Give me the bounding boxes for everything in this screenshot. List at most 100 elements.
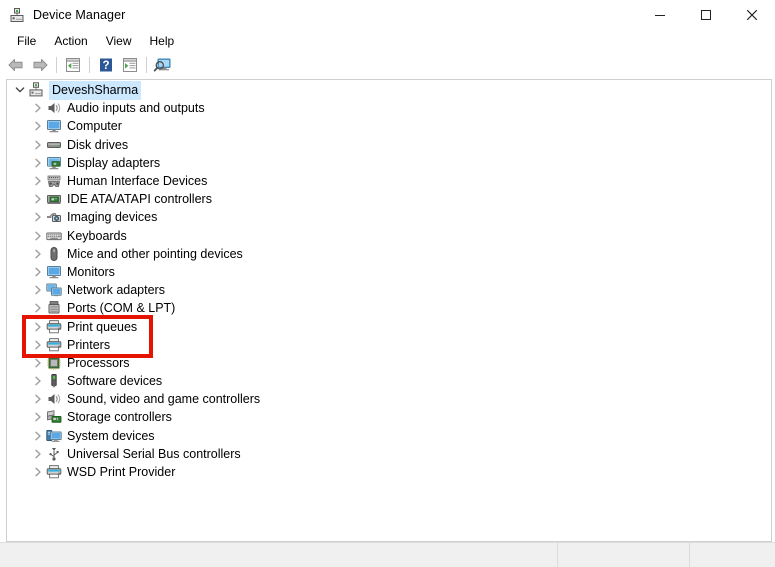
tree-item-label: Ports (COM & LPT) <box>67 301 176 316</box>
chevron-right-icon[interactable] <box>30 190 46 208</box>
show-hide-console-tree-icon[interactable] <box>61 54 85 76</box>
tree-item-label: Disk drives <box>67 137 129 152</box>
chevron-right-icon[interactable] <box>30 372 46 390</box>
tree-item-label: Storage controllers <box>67 410 172 425</box>
tree-item-label: Imaging devices <box>67 210 158 225</box>
chevron-right-icon[interactable] <box>30 245 46 263</box>
tree-item-imaging-devices[interactable]: Imaging devices <box>7 208 771 226</box>
usb-icon <box>46 446 62 462</box>
tree-item-keyboards[interactable]: Keyboards <box>7 227 771 245</box>
tree-item-label: Audio inputs and outputs <box>67 101 205 116</box>
monitor-icon <box>46 118 62 134</box>
tree-item-label: WSD Print Provider <box>67 465 176 480</box>
tree-item-human-interface-devices[interactable]: Human Interface Devices <box>7 172 771 190</box>
tree-item-mice-and-other-pointing-devices[interactable]: Mice and other pointing devices <box>7 245 771 263</box>
tree-item-label: Printers <box>67 337 111 352</box>
tree-item-audio-inputs-and-outputs[interactable]: Audio inputs and outputs <box>7 99 771 117</box>
system-device-icon <box>46 428 62 444</box>
menu-action[interactable]: Action <box>45 32 96 51</box>
chevron-right-icon[interactable] <box>30 263 46 281</box>
device-tree: DeveshSharma Audio inputs and outputs Comp… <box>7 80 771 481</box>
tree-item-ports-com-and-lpt[interactable]: Ports (COM & LPT) <box>7 299 771 317</box>
tree-item-wsd-print-provider[interactable]: WSD Print Provider <box>7 463 771 481</box>
tree-item-label: Universal Serial Bus controllers <box>67 446 241 461</box>
tree-item-computer[interactable]: Computer <box>7 117 771 135</box>
chevron-right-icon[interactable] <box>30 445 46 463</box>
menu-view[interactable]: View <box>97 32 141 51</box>
device-manager-window: Device Manager File Action View Help ? D… <box>0 0 775 567</box>
toolbar-separator <box>146 57 147 73</box>
ide-controller-icon <box>46 191 62 207</box>
tree-item-label: Keyboards <box>67 228 127 243</box>
tree-item-storage-controllers[interactable]: Storage controllers <box>7 408 771 426</box>
tree-item-software-devices[interactable]: Software devices <box>7 372 771 390</box>
chevron-right-icon[interactable] <box>30 117 46 135</box>
chevron-right-icon[interactable] <box>30 427 46 445</box>
chevron-right-icon[interactable] <box>30 208 46 226</box>
tree-item-network-adapters[interactable]: Network adapters <box>7 281 771 299</box>
status-pane-2 <box>558 543 690 567</box>
tree-item-disk-drives[interactable]: Disk drives <box>7 136 771 154</box>
menu-bar: File Action View Help <box>0 30 775 52</box>
tree-item-monitors[interactable]: Monitors <box>7 263 771 281</box>
chevron-right-icon[interactable] <box>30 390 46 408</box>
tree-item-root[interactable]: DeveshSharma <box>7 80 771 100</box>
status-pane-1 <box>0 543 558 567</box>
status-bar <box>0 542 775 567</box>
toolbar-separator <box>56 57 57 73</box>
device-tree-panel[interactable]: DeveshSharma Audio inputs and outputs Comp… <box>6 79 772 542</box>
chevron-right-icon[interactable] <box>30 99 46 117</box>
tree-item-sound-video-and-game-controllers[interactable]: Sound, video and game controllers <box>7 390 771 408</box>
chevron-right-icon[interactable] <box>30 136 46 154</box>
maximize-button[interactable] <box>683 0 729 30</box>
network-adapter-icon <box>46 282 62 298</box>
chevron-right-icon[interactable] <box>30 336 46 354</box>
chevron-down-icon[interactable] <box>12 81 28 99</box>
status-pane-3 <box>690 543 775 567</box>
chevron-right-icon[interactable] <box>30 463 46 481</box>
speaker-icon <box>46 391 62 407</box>
tree-item-system-devices[interactable]: System devices <box>7 427 771 445</box>
tree-item-label: Human Interface Devices <box>67 174 208 189</box>
device-manager-icon <box>9 7 25 23</box>
content-area: DeveshSharma Audio inputs and outputs Comp… <box>0 79 775 542</box>
tree-item-universal-serial-bus-controllers[interactable]: Universal Serial Bus controllers <box>7 445 771 463</box>
gamepad-icon <box>46 173 62 189</box>
chevron-right-icon[interactable] <box>30 299 46 317</box>
chevron-right-icon[interactable] <box>30 154 46 172</box>
properties-icon[interactable] <box>118 54 142 76</box>
toolbar: ? <box>0 52 775 79</box>
tree-item-label: DeveshSharma <box>49 80 142 100</box>
tree-item-printers[interactable]: Printers <box>7 336 771 354</box>
chevron-right-icon[interactable] <box>30 354 46 372</box>
tree-item-label: Software devices <box>67 374 163 389</box>
printer-icon <box>46 337 62 353</box>
tree-item-print-queues[interactable]: Print queues <box>7 317 771 335</box>
chevron-right-icon[interactable] <box>30 281 46 299</box>
software-device-icon <box>46 373 62 389</box>
chevron-right-icon[interactable] <box>30 172 46 190</box>
scan-for-hardware-changes-icon[interactable] <box>151 54 175 76</box>
processor-icon <box>46 355 62 371</box>
chevron-right-icon[interactable] <box>30 227 46 245</box>
menu-help[interactable]: Help <box>141 32 184 51</box>
back-arrow-icon[interactable] <box>4 54 28 76</box>
minimize-button[interactable] <box>637 0 683 30</box>
computer-root-icon <box>28 82 44 98</box>
tree-item-display-adapters[interactable]: Display adapters <box>7 154 771 172</box>
toolbar-separator <box>89 57 90 73</box>
tree-item-label: Mice and other pointing devices <box>67 246 243 261</box>
help-question-icon[interactable]: ? <box>94 54 118 76</box>
tree-item-label: Computer <box>67 119 122 134</box>
menu-file[interactable]: File <box>8 32 45 51</box>
tree-item-label: Processors <box>67 355 130 370</box>
mouse-icon <box>46 246 62 262</box>
chevron-right-icon[interactable] <box>30 318 46 336</box>
chevron-right-icon[interactable] <box>30 408 46 426</box>
forward-arrow-icon[interactable] <box>28 54 52 76</box>
close-button[interactable] <box>729 0 775 30</box>
tree-item-ide-ata-atapi-controllers[interactable]: IDE ATA/ATAPI controllers <box>7 190 771 208</box>
tree-item-processors[interactable]: Processors <box>7 354 771 372</box>
window-controls <box>637 0 775 30</box>
monitor-icon <box>46 264 62 280</box>
